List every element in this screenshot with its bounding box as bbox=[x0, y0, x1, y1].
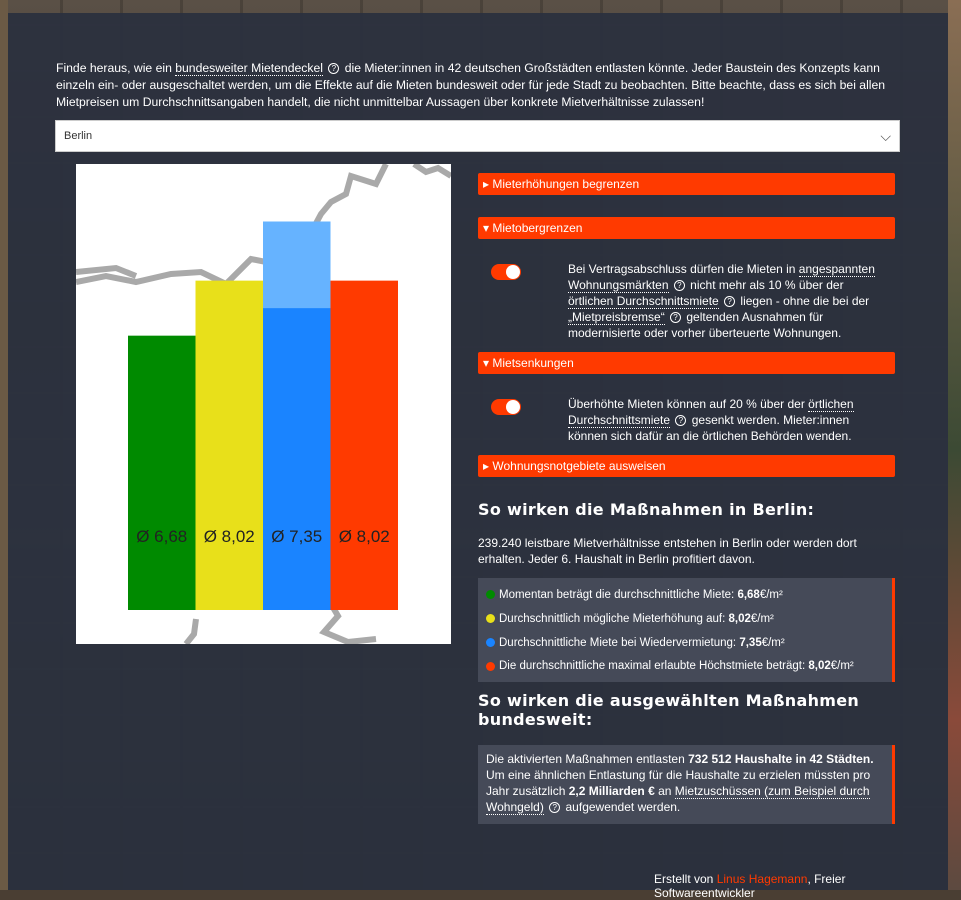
legend-row-reletting: Durchschnittliche Miete bei Wiedervermie… bbox=[486, 632, 892, 656]
legend-row-max: Die durchschnittliche maximal erlaubte H… bbox=[486, 655, 892, 679]
mietsenkungen-toggle[interactable] bbox=[491, 399, 521, 415]
map-border-line bbox=[76, 164, 389, 288]
mietendeckel-link[interactable]: bundesweiter Mietendeckel bbox=[175, 61, 323, 76]
national-summary: Die aktivierten Maßnahmen entlasten 732 … bbox=[478, 745, 895, 824]
durchschnittsmiete-link[interactable]: örtlichen Durchschnittsmiete bbox=[568, 294, 719, 309]
legend-text: Momentan beträgt die durchschnittliche M… bbox=[499, 589, 738, 601]
footer-text: Erstellt von bbox=[654, 872, 717, 886]
national-heading: So wirken die ausgewählten Maßnahmen bun… bbox=[478, 691, 860, 729]
legend-text: Durchschnittlich mögliche Mieterhöhung a… bbox=[499, 612, 729, 625]
background-left-strip bbox=[0, 0, 8, 900]
red-dot-icon bbox=[486, 661, 495, 671]
rent-chart: Ø 6,68 Ø 8,02 Ø 7,35 Ø 8,02 bbox=[76, 164, 451, 644]
main-panel: Finde heraus, wie ein bundesweiter Miete… bbox=[8, 13, 948, 900]
legend-unit: €/m² bbox=[761, 636, 785, 649]
city-heading: So wirken die Maßnahmen in Berlin: bbox=[478, 500, 815, 519]
rent-chart-svg: Ø 6,68 Ø 8,02 Ø 7,35 Ø 8,02 bbox=[76, 164, 451, 644]
help-icon[interactable]: ? bbox=[549, 802, 561, 814]
accordion-mietsenkungen[interactable]: ▾ Mietsenkungen bbox=[478, 352, 895, 374]
blue-dot-icon bbox=[486, 638, 495, 648]
mietobergrenzen-text: Bei Vertragsabschluss dürfen die Mieten … bbox=[568, 261, 888, 341]
bar-label-2: Ø 8,02 bbox=[204, 527, 255, 546]
city-impact-text: 239.240 leistbare Mietverhältnisse entst… bbox=[478, 536, 857, 566]
bar-3 bbox=[263, 308, 331, 610]
text-part: nicht mehr als 10 % über der bbox=[686, 278, 844, 292]
bar-label-4: Ø 8,02 bbox=[339, 527, 390, 546]
mietpreisbremse-link[interactable]: „Mietpreisbremse“ bbox=[568, 310, 665, 325]
legend-unit: €/m² bbox=[759, 589, 783, 601]
green-dot-icon bbox=[486, 590, 495, 600]
text-part: Die aktivierten Maßnahmen entlasten bbox=[486, 752, 689, 766]
legend-unit: €/m² bbox=[830, 660, 854, 673]
map-border-line bbox=[412, 164, 451, 179]
legend-unit: €/m² bbox=[750, 612, 774, 625]
intro-text: Finde heraus, wie ein bundesweiter Miete… bbox=[56, 60, 906, 111]
map-border-line bbox=[183, 618, 199, 644]
text-part: Überhöhte Mieten können auf 20 % über de… bbox=[568, 397, 809, 411]
text-part: liegen - ohne die bei der bbox=[737, 294, 870, 308]
legend-text: Durchschnittliche Miete bei Wiedervermie… bbox=[499, 636, 740, 649]
accordion-mieterhoehungen[interactable]: ▸ Mieterhöhungen begrenzen bbox=[478, 173, 895, 195]
accordion-mietobergrenzen[interactable]: ▾ Mietobergrenzen bbox=[478, 217, 895, 239]
legend-value: 6,68 bbox=[737, 589, 760, 601]
text-part: aufgewendet werden. bbox=[562, 800, 681, 814]
legend-text: Die durchschnittliche maximal erlaubte H… bbox=[499, 660, 809, 673]
help-icon[interactable]: ? bbox=[673, 280, 685, 292]
help-icon[interactable]: ? bbox=[328, 63, 340, 75]
help-icon[interactable]: ? bbox=[675, 415, 687, 427]
chevron-down-icon: ⌵ bbox=[880, 128, 891, 144]
chart-legend: Momentan beträgt die durchschnittliche M… bbox=[478, 578, 895, 682]
background-right-strip bbox=[948, 0, 961, 900]
help-icon[interactable]: ? bbox=[724, 296, 736, 308]
legend-value: 7,35 bbox=[739, 636, 762, 649]
mietobergrenzen-toggle[interactable] bbox=[491, 264, 521, 280]
text-part: an bbox=[654, 784, 675, 798]
help-icon[interactable]: ? bbox=[670, 312, 682, 324]
households-value: 732 512 Haushalte in 42 Städten. bbox=[688, 752, 874, 766]
bar-label-1: Ø 6,68 bbox=[136, 527, 187, 546]
yellow-dot-icon bbox=[486, 614, 495, 624]
accordion-wohnungsnotgebiete[interactable]: ▸ Wohnungsnotgebiete ausweisen bbox=[478, 455, 895, 477]
text-part: Bei Vertragsabschluss dürfen die Mieten … bbox=[568, 262, 799, 276]
legend-value: 8,02 bbox=[808, 660, 831, 673]
city-select-value: Berlin bbox=[64, 130, 93, 142]
bar-label-3: Ø 7,35 bbox=[271, 527, 322, 546]
bar-2 bbox=[195, 280, 263, 610]
city-select[interactable]: Berlin ⌵ bbox=[55, 120, 900, 152]
mietsenkungen-text: Überhöhte Mieten können auf 20 % über de… bbox=[568, 396, 888, 444]
bar-1 bbox=[128, 335, 196, 610]
footer-credit: Erstellt von Linus Hagemann, Freier Soft… bbox=[654, 872, 948, 900]
intro-text-part: Finde heraus, wie ein bbox=[56, 61, 176, 75]
author-link[interactable]: Linus Hagemann bbox=[717, 872, 808, 886]
legend-row-current: Momentan beträgt die durchschnittliche M… bbox=[486, 584, 892, 608]
cost-value: 2,2 Milliarden € bbox=[568, 784, 655, 798]
legend-value: 8,02 bbox=[728, 612, 751, 625]
legend-row-increase: Durchschnittlich mögliche Mieterhöhung a… bbox=[486, 608, 892, 632]
bar-4 bbox=[330, 280, 398, 610]
